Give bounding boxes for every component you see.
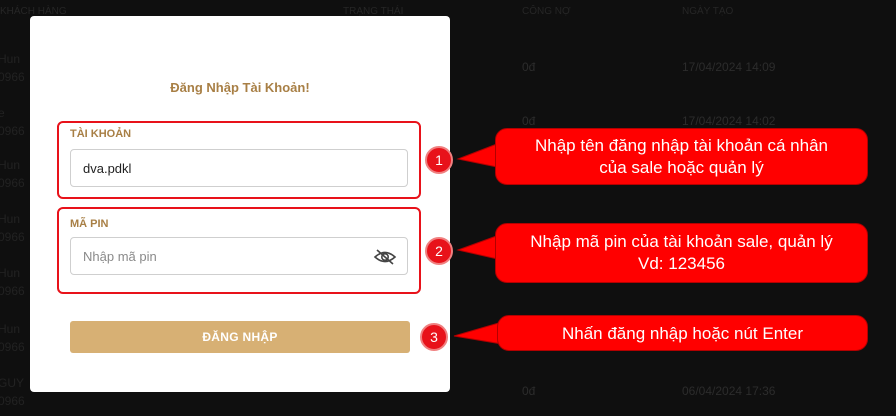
callout-2-line2: Vd: 123456	[638, 254, 725, 273]
row-code: 0966	[0, 176, 25, 190]
login-button[interactable]: ĐĂNG NHẬP	[70, 321, 410, 353]
header-debt: CÔNG NỢ	[522, 6, 571, 17]
row-debt: 0đ	[522, 384, 536, 398]
row-date: 17/04/2024 14:02	[682, 114, 776, 128]
account-highlight-box	[57, 121, 421, 199]
row-code: 0966	[0, 124, 25, 138]
row-code: 0966	[0, 230, 25, 244]
row-name: e	[0, 106, 5, 120]
callout-1-line1: Nhập tên đăng nhập tài khoản cá nhân	[534, 136, 829, 155]
row-name: Hun	[0, 322, 21, 336]
callout-1-box: Nhập tên đăng nhập tài khoản cá nhân của…	[495, 128, 868, 185]
callout-2-box: Nhập mã pin của tài khoản sale, quản lý …	[495, 223, 868, 283]
row-debt: 0đ	[522, 114, 536, 128]
modal-title: Đăng Nhập Tài Khoản!	[170, 80, 310, 95]
row-date: 17/04/2024 14:09	[682, 60, 776, 74]
row-code: 0966	[0, 284, 25, 298]
row-name: GUY	[0, 376, 25, 390]
callout-1-line2: của sale hoặc quản lý	[599, 158, 764, 177]
row-code: 0966	[0, 394, 25, 408]
header-created: NGÀY TẠO	[682, 6, 734, 17]
row-date: 06/04/2024 17:36	[682, 384, 776, 398]
row-name: Hun	[0, 52, 21, 66]
pin-highlight-box	[57, 207, 421, 294]
login-modal: Đăng Nhập Tài Khoản! TÀI KHOẢN dva.pdkl …	[30, 16, 450, 392]
callout-2-line1: Nhập mã pin của tài khoản sale, quản lý	[530, 232, 833, 251]
row-code: 0966	[0, 340, 25, 354]
row-name: Hun	[0, 212, 21, 226]
row-name: Hun	[0, 158, 21, 172]
callout-3-box: Nhấn đăng nhập hoặc nút Enter	[497, 315, 868, 351]
row-code: 0966	[0, 70, 25, 84]
row-debt: 0đ	[522, 60, 536, 74]
callout-3-text: Nhấn đăng nhập hoặc nút Enter	[561, 324, 804, 343]
row-name: Hun	[0, 266, 21, 280]
